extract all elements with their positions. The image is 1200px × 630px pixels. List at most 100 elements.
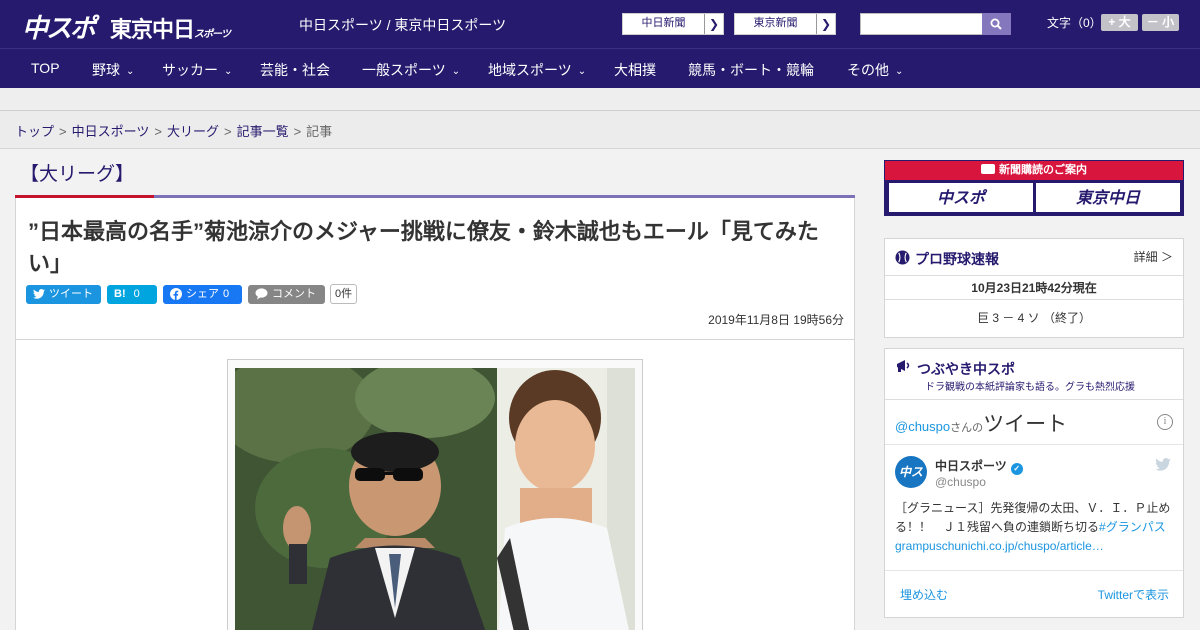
avatar[interactable]: 中スポ: [895, 456, 927, 511]
tweet-link[interactable]: grampuschunichi.co.jp/chuspo/article…: [895, 539, 1104, 553]
embed-link[interactable]: 埋め込む: [900, 586, 948, 603]
facebook-icon: [170, 288, 182, 300]
hatena-count: 0: [133, 287, 140, 300]
chevron-right-icon: ❯: [708, 17, 720, 31]
chevron-right-icon: ❯: [820, 17, 832, 31]
facebook-share-label: シェア: [186, 287, 219, 300]
twitter-widget: つぶやき中スポ ドラ観戦の本紙評論家も語る。グラも熱烈応援 @chuspoさんの…: [884, 348, 1184, 618]
ad-tokyo-logo: 東京中日: [1036, 183, 1180, 212]
breadcrumb-chunichi-sports[interactable]: 中日スポーツ: [72, 124, 150, 139]
tweet-author-name[interactable]: 中日スポーツ ✓: [935, 457, 1023, 475]
subscription-heading: 新聞購読のご案内: [885, 161, 1183, 180]
tokyo-chunichi-logo[interactable]: 東京中日スポーツ: [110, 12, 231, 44]
tweet-text: ［グラニュース］先発復帰の太田、Ｖ．Ｉ．Ｐ止める！！ Ｊ１残留へ負の連鎖断ち切る…: [895, 499, 1175, 556]
nav-label: その他: [847, 62, 889, 78]
chevron-down-icon: ⌄: [224, 66, 233, 77]
baseball-widget-title: プロ野球速報: [915, 251, 999, 267]
breadcrumb-mlb[interactable]: 大リーグ: [167, 124, 219, 139]
tokyo-logo-small: スポーツ: [194, 29, 231, 40]
baseball-icon: [895, 250, 910, 265]
nav-item-entertainment[interactable]: 芸能・社会: [260, 60, 330, 80]
breadcrumb-separator: >: [59, 124, 67, 139]
comment-button[interactable]: コメント: [248, 284, 325, 304]
divider: [885, 444, 1183, 445]
article-photo[interactable]: [235, 368, 635, 630]
score-timestamp: 10月23日21時42分現在: [885, 275, 1183, 300]
verified-badge-icon: ✓: [1010, 463, 1023, 475]
info-icon[interactable]: i: [1157, 414, 1173, 430]
tweet-author-handle[interactable]: @chuspo: [935, 475, 986, 489]
twitter-bird-icon[interactable]: [1155, 458, 1171, 471]
subscription-banner[interactable]: 新聞購読のご案内 中スポ 東京中日: [884, 160, 1184, 216]
nav-item-general-sports[interactable]: 一般スポーツ ⌄: [362, 60, 460, 80]
tweet-button[interactable]: ツイート: [26, 284, 101, 304]
facebook-share-count: 0: [223, 287, 230, 300]
nav-item-local-sports[interactable]: 地域スポーツ ⌄: [488, 60, 586, 80]
nav-label: 芸能・社会: [260, 62, 330, 78]
hatena-bookmark-button[interactable]: B! 0: [107, 284, 157, 304]
view-on-twitter-link[interactable]: Twitterで表示: [1098, 586, 1169, 603]
tweets-widget-subtitle: ドラ観戦の本紙評論家も語る。グラも熱烈応援: [925, 382, 1135, 393]
tweet-san-no: さんの: [950, 422, 984, 434]
facebook-share-button[interactable]: シェア 0: [163, 284, 242, 304]
chunichi-shimbun-label: 中日新聞: [623, 14, 705, 34]
comment-label: コメント: [272, 287, 316, 300]
font-smaller-button[interactable]: － 小: [1142, 14, 1179, 31]
chevron-down-icon: ⌄: [451, 66, 461, 77]
chunichi-shimbun-link[interactable]: 中日新聞 ❯: [622, 13, 724, 35]
nav-item-sumo[interactable]: 大相撲: [614, 60, 656, 80]
comment-bubble-icon: [255, 288, 268, 300]
tokyo-shimbun-label: 東京新聞: [735, 14, 817, 34]
nav-label: 大相撲: [614, 62, 656, 78]
subscription-heading-text: 新聞購読のご案内: [999, 164, 1087, 176]
chuspo-logo[interactable]: 中スポ: [22, 8, 96, 45]
nav-item-baseball[interactable]: 野球 ⌄: [92, 60, 134, 80]
article-header: ”日本最高の名手”菊池涼介のメジャー挑戦に僚友・鈴木誠也もエール「見てみたい」 …: [15, 198, 855, 340]
tweet-hashtag[interactable]: #グランパス: [1099, 520, 1166, 534]
breadcrumb-top[interactable]: トップ: [15, 124, 54, 139]
tweet-author-name-text: 中日スポーツ: [935, 459, 1007, 473]
chevron-down-icon: ⌄: [895, 66, 904, 77]
comment-count: 0件: [330, 284, 358, 304]
font-size-label: 文字（0）: [1047, 16, 1102, 30]
publish-date: 2019年11月8日 19時56分: [708, 313, 844, 327]
breadcrumb-current: 記事: [306, 124, 333, 139]
article-headline: ”日本最高の名手”菊池涼介のメジャー挑戦に僚友・鈴木誠也もエール「見てみたい」: [28, 219, 819, 276]
newspaper-icon: [981, 164, 995, 174]
breadcrumb-separator: >: [154, 124, 162, 139]
sub-nav-bar: [0, 88, 1200, 111]
search-button[interactable]: [982, 13, 1011, 35]
nav-item-racing[interactable]: 競馬・ボート・競輪: [688, 60, 814, 80]
nav-item-soccer[interactable]: サッカー ⌄: [162, 60, 232, 80]
nav-item-other[interactable]: その他 ⌄: [847, 60, 903, 80]
nav-label: 地域スポーツ: [488, 62, 572, 78]
tokyo-logo-text: 東京中日: [110, 18, 195, 43]
breadcrumb: トップ > 中日スポーツ > 大リーグ > 記事一覧 > 記事: [15, 121, 332, 140]
main-nav: TOP 野球 ⌄ サッカー ⌄ 芸能・社会 一般スポーツ ⌄ 地域スポーツ ⌄ 大相撲 …: [0, 48, 1200, 88]
tokyo-shimbun-link[interactable]: 東京新聞 ❯: [734, 13, 836, 35]
hatena-icon: B!: [114, 287, 126, 300]
chevron-down-icon: ⌄: [126, 66, 135, 77]
share-buttons: ツイート B! 0 シェア 0 コメント 0件: [26, 284, 358, 304]
twitter-bird-icon: [33, 289, 45, 299]
nav-item-top[interactable]: TOP: [31, 60, 60, 76]
players-photo: [235, 368, 635, 630]
breadcrumb-separator: >: [223, 124, 232, 139]
tweet-label: ツイート: [49, 287, 93, 300]
search-input[interactable]: [860, 13, 983, 35]
nav-label: TOP: [31, 60, 60, 76]
breadcrumb-article-list[interactable]: 記事一覧: [237, 124, 289, 139]
ad-chuspo-logo: 中スポ: [889, 183, 1033, 212]
divider: [885, 570, 1183, 571]
game-score[interactable]: 巨 3 － 4 ソ （終了）: [885, 309, 1183, 326]
tweet-handle-link[interactable]: @chuspo: [895, 419, 950, 434]
font-larger-button[interactable]: + 大: [1101, 14, 1138, 31]
breadcrumb-separator: >: [293, 124, 302, 139]
tweet-label: ツイート: [983, 413, 1068, 436]
baseball-score-widget: プロ野球速報 詳細 ＞ 10月23日21時42分現在 巨 3 － 4 ソ （終了…: [884, 238, 1184, 338]
tweet-embed-header: @chuspoさんのツイート: [895, 408, 1067, 438]
top-header: 中スポ 東京中日スポーツ 中日スポーツ / 東京中日スポーツ 中日新聞 ❯ 東京…: [0, 0, 1200, 48]
baseball-detail-link[interactable]: 詳細 ＞: [1134, 248, 1173, 265]
tweet-embed: @chuspoさんのツイート i 中スポ 中日スポーツ ✓ @chuspo ［グラ…: [885, 399, 1183, 609]
photo-frame: [227, 359, 643, 630]
